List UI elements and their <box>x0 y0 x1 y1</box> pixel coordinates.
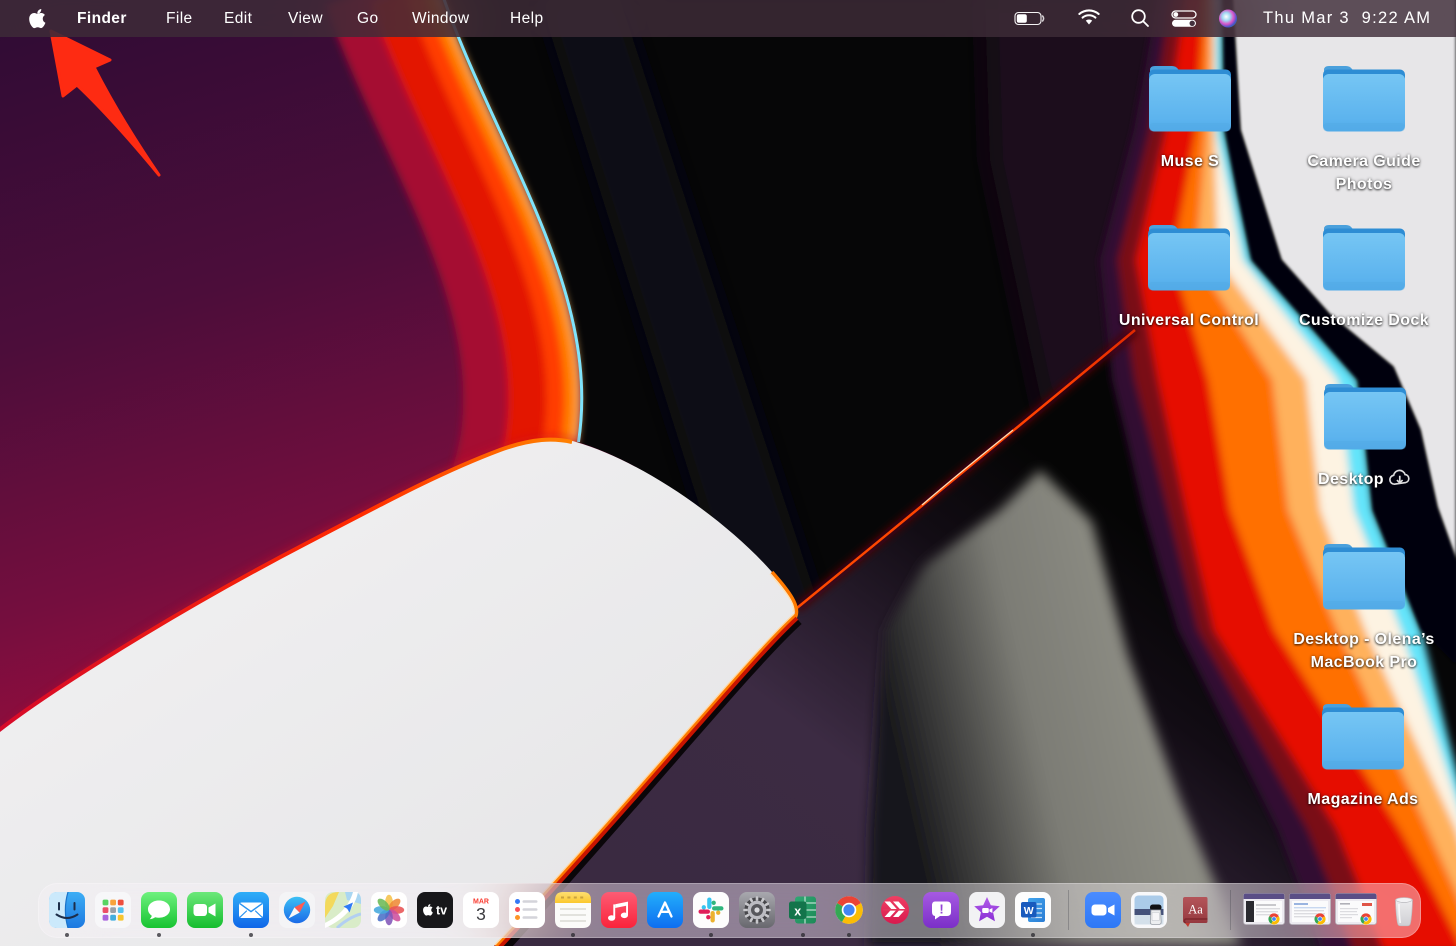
svg-text:x: x <box>794 905 801 919</box>
svg-text:W: W <box>1024 905 1034 917</box>
svg-text:!: ! <box>939 902 943 917</box>
svg-text:Aa: Aa <box>1188 903 1203 917</box>
svg-text:tv: tv <box>436 904 447 918</box>
svg-text:3: 3 <box>476 904 486 924</box>
